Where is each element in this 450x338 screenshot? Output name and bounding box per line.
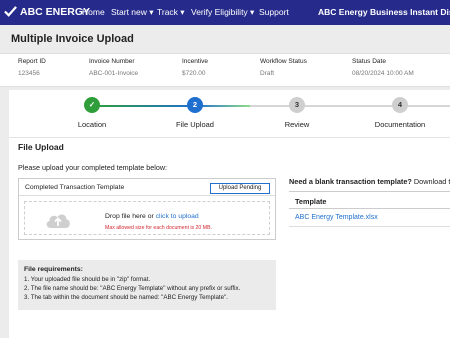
upload-pending-button[interactable]: Upload Pending bbox=[210, 183, 270, 194]
report-meta-bar: Report ID 123456 Invoice Number ABC-001-… bbox=[0, 53, 450, 87]
step-label-documentation: Documentation bbox=[374, 120, 426, 129]
section-divider bbox=[9, 137, 450, 138]
step-number: 2 bbox=[192, 100, 198, 109]
step-label-review: Review bbox=[284, 120, 310, 129]
requirement-item: 2. The file name should be: "ABC Energy … bbox=[24, 285, 241, 292]
step-number: ✓ bbox=[88, 100, 96, 109]
step-3-circle[interactable]: 3 bbox=[289, 97, 305, 113]
step-2-circle[interactable]: 2 bbox=[187, 97, 203, 113]
meta-label: Workflow Status bbox=[260, 58, 307, 65]
requirement-item: 1. Your uploaded file should be in "zip"… bbox=[24, 276, 151, 283]
nav-verify-eligibility[interactable]: Verify Eligibility ▾ bbox=[191, 7, 254, 18]
meta-workflow-status: Workflow Status Draft bbox=[260, 58, 307, 77]
nav-support[interactable]: Support bbox=[259, 7, 289, 17]
meta-invoice-number: Invoice Number ABC-001-Invoice bbox=[89, 58, 138, 77]
max-size-warning: Max allowed size for each document is 20… bbox=[105, 225, 212, 231]
page-title: Multiple Invoice Upload bbox=[11, 33, 134, 45]
step-connector-active bbox=[195, 105, 250, 107]
template-table: Template ABC Energy Template.xlsx bbox=[289, 191, 450, 227]
blank-template-prompt: Need a blank transaction template? Downl… bbox=[289, 177, 450, 186]
template-column-header: Template bbox=[289, 191, 450, 209]
drop-text: Drop file here or click to upload bbox=[105, 213, 199, 220]
meta-status-date: Status Date 08/20/2024 10:00 AM bbox=[352, 58, 414, 77]
requirements-title: File requirements: bbox=[24, 266, 83, 273]
step-label-file-upload: File Upload bbox=[176, 120, 214, 129]
top-navigation-bar: ABC ENERGY Home Start new ▾ Track ▾ Veri… bbox=[0, 0, 450, 25]
meta-label: Status Date bbox=[352, 58, 386, 65]
step-number: 4 bbox=[397, 100, 403, 109]
meta-value: $720.00 bbox=[182, 70, 206, 77]
step-label-location: Location bbox=[77, 120, 107, 129]
template-download-link[interactable]: ABC Energy Template.xlsx bbox=[289, 209, 450, 227]
blank-template-suffix: Download the bbox=[413, 177, 450, 186]
nav-start-new[interactable]: Start new ▾ bbox=[111, 7, 154, 18]
brand-check-icon bbox=[4, 6, 17, 17]
file-requirements-box: File requirements: 1. Your uploaded file… bbox=[18, 260, 276, 310]
cloud-upload-icon bbox=[46, 214, 70, 228]
brand-name: ABC ENERGY bbox=[20, 5, 91, 18]
step-connector-complete bbox=[92, 105, 195, 107]
step-1-check-icon[interactable]: ✓ bbox=[84, 97, 100, 113]
section-title: File Upload bbox=[18, 142, 64, 152]
step-number: 3 bbox=[294, 100, 300, 109]
step-connector-pending bbox=[250, 105, 450, 107]
upload-card: ✓ 2 3 4 Location File Upload Review Docu… bbox=[9, 90, 450, 338]
brand-logo[interactable]: ABC ENERGY bbox=[4, 5, 90, 18]
meta-report-id: Report ID 123456 bbox=[18, 58, 46, 77]
upload-box: Completed Transaction Template Upload Pe… bbox=[18, 178, 276, 240]
meta-label: Invoice Number bbox=[89, 58, 135, 65]
drop-instruction: Drop file here or bbox=[105, 213, 156, 220]
file-drop-zone[interactable]: Drop file here or click to upload Max al… bbox=[24, 201, 270, 235]
meta-value: ABC-001-Invoice bbox=[89, 70, 139, 77]
blank-template-question: Need a blank transaction template? bbox=[289, 177, 412, 186]
upload-box-title: Completed Transaction Template bbox=[25, 184, 125, 191]
meta-label: Incentive bbox=[182, 58, 209, 65]
requirement-item: 3. The tab within the document should be… bbox=[24, 294, 229, 301]
meta-incentive: Incentive $720.00 bbox=[182, 58, 208, 77]
nav-track[interactable]: Track ▾ bbox=[157, 7, 185, 18]
progress-stepper: ✓ 2 3 4 Location File Upload Review Docu… bbox=[9, 90, 450, 136]
meta-value: Draft bbox=[260, 70, 275, 77]
upload-box-header: Completed Transaction Template Upload Pe… bbox=[19, 179, 275, 196]
step-4-circle[interactable]: 4 bbox=[392, 97, 408, 113]
meta-label: Report ID bbox=[18, 58, 46, 65]
nav-home[interactable]: Home bbox=[82, 7, 105, 17]
upload-instructions: Please upload your completed template be… bbox=[18, 163, 168, 172]
meta-value: 08/20/2024 10:00 AM bbox=[352, 70, 414, 77]
click-to-upload-link[interactable]: click to upload bbox=[156, 213, 199, 220]
program-title: ABC Energy Business Instant Discount Pr bbox=[318, 7, 450, 17]
meta-value: 123456 bbox=[18, 70, 40, 77]
